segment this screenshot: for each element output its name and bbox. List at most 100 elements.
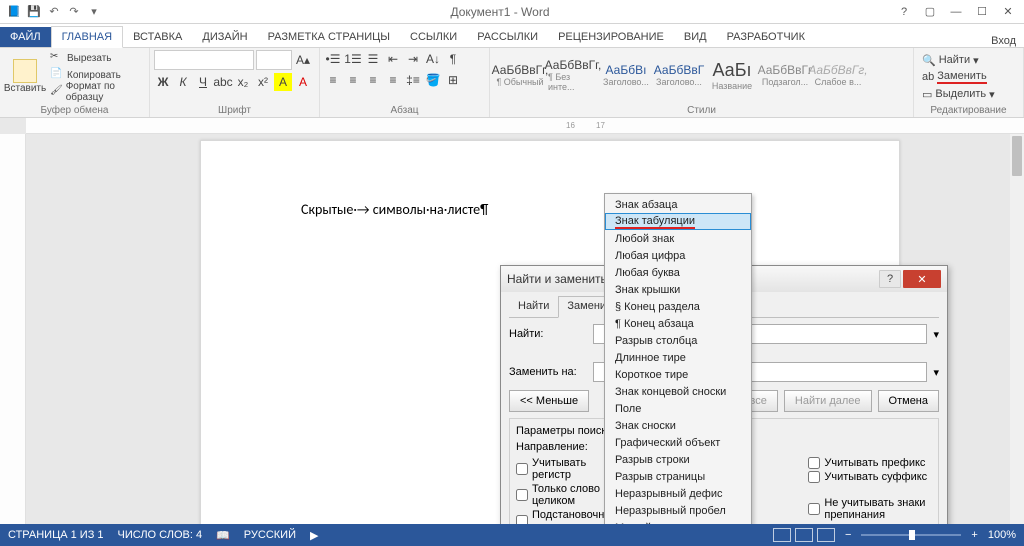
cut-button[interactable]: ✂Вырезать — [48, 50, 145, 66]
view-print-icon[interactable] — [795, 528, 813, 542]
sup-button[interactable]: x² — [254, 73, 272, 91]
font-color-button[interactable]: A — [294, 73, 312, 91]
redo-icon[interactable]: ↷ — [66, 4, 82, 20]
dec-indent[interactable]: ⇤ — [384, 50, 402, 68]
tab-insert[interactable]: ВСТАВКА — [123, 27, 192, 47]
grow-font[interactable]: A▴ — [294, 51, 312, 69]
status-lang[interactable]: РУССКИЙ — [244, 529, 296, 541]
tab-file[interactable]: ФАЙЛ — [0, 27, 51, 47]
align-center[interactable]: ≡ — [344, 71, 362, 89]
status-words[interactable]: ЧИСЛО СЛОВ: 4 — [118, 529, 203, 541]
size-combo[interactable] — [256, 50, 292, 70]
status-page[interactable]: СТРАНИЦА 1 ИЗ 1 — [8, 529, 104, 541]
replace-dropdown-icon[interactable]: ▾ — [933, 366, 939, 379]
dd-item-11[interactable]: Знак концевой сноски — [605, 383, 751, 400]
line-spacing[interactable]: ‡≡ — [404, 71, 422, 89]
justify[interactable]: ≡ — [384, 71, 402, 89]
chk-wildcards[interactable]: Подстановочные знаки — [516, 509, 618, 524]
tab-developer[interactable]: РАЗРАБОТЧИК — [717, 27, 815, 47]
style-subtitle[interactable]: АаБбВвГгПодзагол... — [759, 50, 811, 100]
dd-item-7[interactable]: ¶ Конец абзаца — [605, 315, 751, 332]
style-emphasis[interactable]: АаБбВвГг,Слабое в... — [812, 50, 864, 100]
zoom-out-icon[interactable]: − — [845, 529, 851, 541]
format-painter-button[interactable]: 🖌Формат по образцу — [48, 84, 145, 100]
dd-item-0[interactable]: Знак абзаца — [605, 196, 751, 213]
tab-references[interactable]: ССЫЛКИ — [400, 27, 467, 47]
dd-item-4[interactable]: Любая буква — [605, 264, 751, 281]
tab-home[interactable]: ГЛАВНАЯ — [51, 26, 123, 48]
status-proof-icon[interactable]: 📖 — [216, 529, 230, 542]
tab-layout[interactable]: РАЗМЕТКА СТРАНИЦЫ — [258, 27, 400, 47]
zoom-slider[interactable] — [861, 534, 961, 536]
paste-button[interactable]: Вставить — [4, 50, 46, 102]
dialog-help-icon[interactable]: ? — [879, 270, 901, 288]
numbering-button[interactable]: 1☰ — [344, 50, 362, 68]
style-h1[interactable]: АаБбВıЗаголово... — [600, 50, 652, 100]
dd-item-13[interactable]: Знак сноски — [605, 417, 751, 434]
zoom-value[interactable]: 100% — [988, 529, 1016, 541]
tab-review[interactable]: РЕЦЕНЗИРОВАНИЕ — [548, 27, 674, 47]
help-icon[interactable]: ? — [892, 3, 916, 21]
dd-item-5[interactable]: Знак крышки — [605, 281, 751, 298]
dd-item-16[interactable]: Разрыв страницы — [605, 468, 751, 485]
bold-button[interactable]: Ж — [154, 73, 172, 91]
dd-item-10[interactable]: Короткое тире — [605, 366, 751, 383]
inc-indent[interactable]: ⇥ — [404, 50, 422, 68]
dd-item-14[interactable]: Графический объект — [605, 434, 751, 451]
dd-item-1[interactable]: Знак табуляции — [605, 213, 751, 230]
dd-item-18[interactable]: Неразрывный пробел — [605, 502, 751, 519]
find-next-button[interactable]: Найти далее — [784, 390, 872, 412]
dd-item-12[interactable]: Поле — [605, 400, 751, 417]
styles-gallery[interactable]: АаБбВвГг,¶ Обычный АаБбВвГг,¶ Без инте..… — [494, 50, 909, 100]
borders[interactable]: ⊞ — [444, 71, 462, 89]
ruler-vertical[interactable] — [0, 134, 26, 524]
document-text[interactable]: Скрытые·→ символы·на·листе¶ — [301, 201, 488, 218]
scroll-thumb[interactable] — [1012, 136, 1022, 176]
find-button[interactable]: 🔍Найти ▾ — [922, 52, 1015, 68]
login-link[interactable]: Вход — [991, 35, 1024, 47]
scrollbar-vertical[interactable] — [1010, 134, 1024, 524]
qat-more-icon[interactable]: ▾ — [86, 4, 102, 20]
italic-button[interactable]: К — [174, 73, 192, 91]
save-icon[interactable]: 💾 — [26, 4, 42, 20]
find-dropdown-icon[interactable]: ▾ — [933, 328, 939, 341]
close-icon[interactable]: ✕ — [996, 3, 1020, 21]
replace-button[interactable]: abЗаменить — [922, 69, 1015, 85]
sub-button[interactable]: x₂ — [234, 73, 252, 91]
undo-icon[interactable]: ↶ — [46, 4, 62, 20]
sort-button[interactable]: A↓ — [424, 50, 442, 68]
less-button[interactable]: << Меньше — [509, 390, 589, 412]
style-nospacing[interactable]: АаБбВвГг,¶ Без инте... — [547, 50, 599, 100]
font-combo[interactable] — [154, 50, 254, 70]
dd-item-9[interactable]: Длинное тире — [605, 349, 751, 366]
bullets-button[interactable]: •☰ — [324, 50, 342, 68]
tab-mailings[interactable]: РАССЫЛКИ — [467, 27, 548, 47]
chk-whole[interactable]: Только слово целиком — [516, 483, 618, 507]
dd-item-6[interactable]: § Конец раздела — [605, 298, 751, 315]
tab-find[interactable]: Найти — [509, 296, 558, 317]
underline-button[interactable]: Ч — [194, 73, 212, 91]
highlight-button[interactable]: A — [274, 73, 292, 91]
select-button[interactable]: ▭Выделить ▾ — [922, 86, 1015, 102]
dd-item-15[interactable]: Разрыв строки — [605, 451, 751, 468]
tab-design[interactable]: ДИЗАЙН — [192, 27, 257, 47]
shading[interactable]: 🪣 — [424, 71, 442, 89]
cancel-button[interactable]: Отмена — [878, 390, 939, 412]
strike-button[interactable]: abc — [214, 73, 232, 91]
maximize-icon[interactable]: ☐ — [970, 3, 994, 21]
ribbon-options-icon[interactable]: ▢ — [918, 3, 942, 21]
chk-punct[interactable]: Не учитывать знаки препинания — [808, 497, 932, 521]
dd-item-17[interactable]: Неразрывный дефис — [605, 485, 751, 502]
style-normal[interactable]: АаБбВвГг,¶ Обычный — [494, 50, 546, 100]
chk-case[interactable]: Учитывать регистр — [516, 457, 618, 481]
multilevel-button[interactable]: ☰ — [364, 50, 382, 68]
align-right[interactable]: ≡ — [364, 71, 382, 89]
tab-view[interactable]: ВИД — [674, 27, 717, 47]
zoom-in-icon[interactable]: + — [971, 529, 977, 541]
dd-item-3[interactable]: Любая цифра — [605, 247, 751, 264]
view-read-icon[interactable] — [773, 528, 791, 542]
chk-prefix[interactable]: Учитывать префикс — [808, 457, 932, 469]
style-title[interactable]: АаБıНазвание — [706, 50, 758, 100]
status-macro-icon[interactable]: ▶ — [310, 529, 318, 542]
dd-item-2[interactable]: Любой знак — [605, 230, 751, 247]
